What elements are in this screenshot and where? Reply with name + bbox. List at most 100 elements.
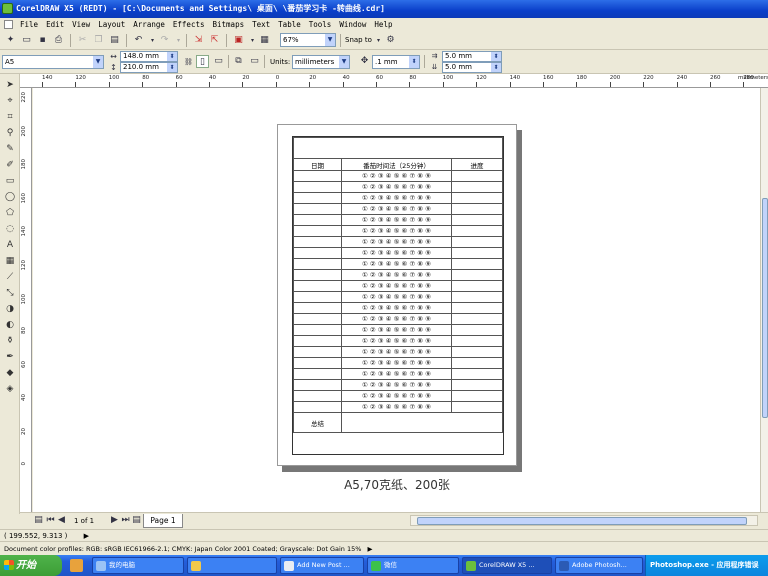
chevron-down-icon[interactable]: ▼ — [93, 56, 103, 68]
menu-layout[interactable]: Layout — [94, 18, 129, 31]
progress-cell[interactable] — [451, 368, 503, 380]
undo-icon[interactable]: ↶ — [132, 34, 145, 47]
pomodoro-circles[interactable]: ① ② ③ ④ ⑤ ⑥ ⑦ ⑧ ⑨ — [341, 192, 452, 204]
rectangle-tool-icon[interactable]: ▭ — [3, 174, 17, 188]
date-cell[interactable] — [293, 280, 342, 292]
pomodoro-circles[interactable]: ① ② ③ ④ ⑤ ⑥ ⑦ ⑧ ⑨ — [341, 313, 452, 325]
date-cell[interactable] — [293, 170, 342, 182]
interactive-fill-icon[interactable]: ◈ — [3, 382, 17, 396]
start-button[interactable]: 开始 — [0, 555, 62, 576]
progress-cell[interactable] — [451, 225, 503, 237]
open-folder-icon[interactable]: ▭ — [20, 34, 33, 47]
progress-cell[interactable] — [451, 335, 503, 347]
summary-cell[interactable] — [341, 412, 503, 433]
pomodoro-circles[interactable]: ① ② ③ ④ ⑤ ⑥ ⑦ ⑧ ⑨ — [341, 181, 452, 193]
date-cell[interactable] — [293, 357, 342, 369]
page-size-select[interactable]: A5 ▼ — [2, 55, 104, 69]
task-folder[interactable] — [187, 557, 277, 574]
zoom-combo[interactable]: 67% ▼ — [280, 33, 336, 47]
redo-dropdown-icon[interactable]: ▾ — [172, 34, 185, 47]
date-cell[interactable] — [293, 181, 342, 193]
page-width-input[interactable]: 148.0 mm ⬍ — [120, 51, 178, 62]
pomodoro-circles[interactable]: ① ② ③ ④ ⑤ ⑥ ⑦ ⑧ ⑨ — [341, 401, 452, 413]
progress-cell[interactable] — [451, 280, 503, 292]
pomodoro-circles[interactable]: ① ② ③ ④ ⑤ ⑥ ⑦ ⑧ ⑨ — [341, 225, 452, 237]
progress-cell[interactable] — [451, 390, 503, 402]
new-document-icon[interactable]: ✦ — [4, 34, 17, 47]
nudge-distance-input[interactable]: .1 mm ⬍ — [372, 55, 420, 69]
copy-icon[interactable]: ❐ — [92, 34, 105, 47]
add-page-icon[interactable]: ▤ — [130, 514, 143, 527]
date-cell[interactable] — [293, 269, 342, 281]
crop-tool-icon[interactable]: ⌗ — [3, 110, 17, 124]
progress-cell[interactable] — [451, 357, 503, 369]
date-cell[interactable] — [293, 236, 342, 248]
color-profiles-text[interactable]: Document color profiles: RGB: sRGB IEC61… — [4, 545, 361, 553]
date-cell[interactable] — [293, 214, 342, 226]
outline-tool-icon[interactable]: ✒ — [3, 350, 17, 364]
status-expand-icon[interactable]: ▶ — [84, 532, 89, 540]
pomodoro-circles[interactable]: ① ② ③ ④ ⑤ ⑥ ⑦ ⑧ ⑨ — [341, 302, 452, 314]
progress-cell[interactable] — [451, 258, 503, 270]
freehand-tool-icon[interactable]: ✎ — [3, 142, 17, 156]
pomodoro-circles[interactable]: ① ② ③ ④ ⑤ ⑥ ⑦ ⑧ ⑨ — [341, 368, 452, 380]
progress-cell[interactable] — [451, 203, 503, 215]
menu-view[interactable]: View — [68, 18, 94, 31]
progress-cell[interactable] — [451, 324, 503, 336]
task-wechat[interactable]: 微信 — [367, 557, 459, 574]
date-cell[interactable] — [293, 368, 342, 380]
date-cell[interactable] — [293, 247, 342, 259]
portrait-icon[interactable]: ▯ — [196, 55, 209, 68]
welcome-screen-icon[interactable]: ▦ — [258, 34, 271, 47]
ellipse-tool-icon[interactable]: ◯ — [3, 190, 17, 204]
pomodoro-circles[interactable]: ① ② ③ ④ ⑤ ⑥ ⑦ ⑧ ⑨ — [341, 203, 452, 215]
save-icon[interactable]: ▪ — [36, 34, 49, 47]
pomodoro-circles[interactable]: ① ② ③ ④ ⑤ ⑥ ⑦ ⑧ ⑨ — [341, 357, 452, 369]
pomodoro-circles[interactable]: ① ② ③ ④ ⑤ ⑥ ⑦ ⑧ ⑨ — [341, 390, 452, 402]
menu-table[interactable]: Table — [274, 18, 305, 31]
duplicate-x-input[interactable]: 5.0 mm ⬍ — [442, 51, 502, 62]
horizontal-scrollbar[interactable] — [410, 515, 758, 526]
quick-launch-icon[interactable] — [70, 559, 83, 572]
dup-y-spinner-icon[interactable]: ⬍ — [491, 63, 501, 72]
system-tray-notice[interactable]: Photoshop.exe - 应用程序错误 — [645, 555, 768, 576]
units-select[interactable]: millimeters ▼ — [292, 55, 350, 69]
menu-file[interactable]: File — [16, 18, 42, 31]
document-page[interactable]: 日期 番茄时间法（25分钟） 进度 ① ② ③ ④ ⑤ ⑥ ⑦ ⑧ ⑨① ② ③ ④ … — [277, 124, 517, 466]
application-launcher-icon[interactable]: ▣ — [232, 34, 245, 47]
chevron-down-icon[interactable]: ▼ — [325, 34, 335, 46]
menu-help[interactable]: Help — [370, 18, 396, 31]
pomodoro-circles[interactable]: ① ② ③ ④ ⑤ ⑥ ⑦ ⑧ ⑨ — [341, 324, 452, 336]
date-cell[interactable] — [293, 291, 342, 303]
menu-effects[interactable]: Effects — [169, 18, 209, 31]
progress-cell[interactable] — [451, 214, 503, 226]
blend-tool-icon[interactable]: ◑ — [3, 302, 17, 316]
progress-cell[interactable] — [451, 302, 503, 314]
duplicate-y-input[interactable]: 5.0 mm ⬍ — [442, 62, 502, 73]
previous-page-icon[interactable]: ◀ — [55, 514, 68, 527]
vertical-ruler[interactable]: 220 200 180 160 140 120 100 80 60 40 20 0 — [20, 88, 32, 512]
progress-cell[interactable] — [451, 236, 503, 248]
drawing-canvas[interactable]: 日期 番茄时间法（25分钟） 进度 ① ② ③ ④ ⑤ ⑥ ⑦ ⑧ ⑨① ② ③ ④ … — [33, 88, 760, 512]
eyedropper-tool-icon[interactable]: ⚱ — [3, 334, 17, 348]
horizontal-ruler[interactable]: 140 120 100 80 60 40 20 0 20 40 60 80 100 120 140 160 18… — [20, 74, 768, 88]
current-page-icon[interactable]: ▭ — [248, 55, 261, 68]
cut-icon[interactable]: ✂ — [76, 34, 89, 47]
progress-cell[interactable] — [451, 346, 503, 358]
paste-icon[interactable]: ▤ — [108, 34, 121, 47]
progress-cell[interactable] — [451, 401, 503, 413]
import-icon[interactable]: ⇲ — [192, 34, 205, 47]
all-pages-icon[interactable]: ⧉ — [232, 55, 245, 68]
date-cell[interactable] — [293, 203, 342, 215]
date-cell[interactable] — [293, 379, 342, 391]
zoom-tool-icon[interactable]: ⚲ — [3, 126, 17, 140]
nudge-spinner-icon[interactable]: ⬍ — [409, 56, 419, 68]
pick-tool-icon[interactable]: ➤ — [3, 78, 17, 92]
document-icon[interactable] — [4, 20, 13, 29]
date-cell[interactable] — [293, 324, 342, 336]
export-icon[interactable]: ⇱ — [208, 34, 221, 47]
dup-x-spinner-icon[interactable]: ⬍ — [491, 52, 501, 61]
pomodoro-circles[interactable]: ① ② ③ ④ ⑤ ⑥ ⑦ ⑧ ⑨ — [341, 170, 452, 182]
task-my-computer[interactable]: 我的电脑 — [92, 557, 184, 574]
pomodoro-circles[interactable]: ① ② ③ ④ ⑤ ⑥ ⑦ ⑧ ⑨ — [341, 379, 452, 391]
